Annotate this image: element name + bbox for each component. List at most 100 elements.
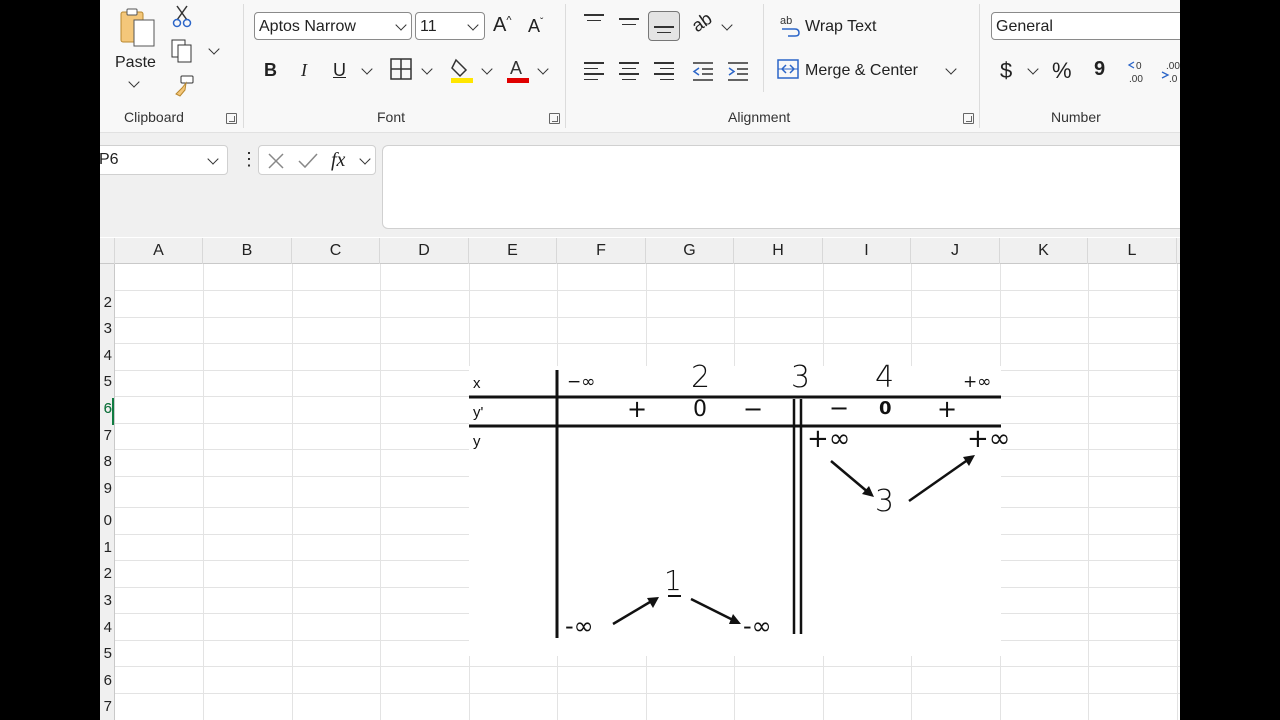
paste-button[interactable]: Paste <box>115 54 156 72</box>
decrease-decimal-icon[interactable]: .00.0 <box>1160 58 1180 85</box>
number-format-dropdown[interactable]: General <box>991 12 1180 40</box>
row-header[interactable]: 2 <box>104 294 112 311</box>
row-header[interactable]: 4 <box>104 347 112 364</box>
font-color-icon[interactable]: A <box>506 56 530 84</box>
row-header[interactable]: 7 <box>104 698 112 715</box>
fill-color-icon[interactable] <box>450 56 474 84</box>
yprime-sign: 0 <box>693 397 707 422</box>
row-header[interactable]: 1 <box>104 539 112 556</box>
underline-button[interactable]: U <box>333 60 346 81</box>
formula-input[interactable] <box>382 145 1180 229</box>
currency-button[interactable]: $ <box>1000 58 1012 84</box>
column-header[interactable]: E <box>469 238 557 264</box>
row-header[interactable]: 3 <box>104 592 112 609</box>
chevron-down-icon <box>467 19 479 31</box>
x-row-label: x <box>473 375 481 392</box>
column-header[interactable]: B <box>203 238 292 264</box>
bottom-align-button[interactable] <box>648 11 680 41</box>
y-value: 3 <box>875 484 895 519</box>
column-header[interactable]: D <box>380 238 469 264</box>
chevron-down-icon[interactable] <box>359 153 371 165</box>
column-header[interactable]: K <box>1000 238 1088 264</box>
top-align-icon[interactable] <box>584 14 604 25</box>
align-left-icon[interactable] <box>584 62 604 84</box>
column-header[interactable]: F <box>557 238 646 264</box>
font-name-value: Aptos Narrow <box>259 18 356 35</box>
alignment-launcher-icon[interactable] <box>963 113 974 124</box>
orientation-dropdown-chevron[interactable] <box>721 19 733 31</box>
row-header[interactable]: 2 <box>104 565 112 582</box>
cut-icon[interactable] <box>172 4 194 28</box>
merge-center-dropdown-chevron[interactable] <box>945 63 957 75</box>
font-size-dropdown[interactable]: 11 <box>415 12 485 40</box>
cancel-icon[interactable] <box>267 152 285 170</box>
increase-font-size-icon[interactable]: A^ <box>493 14 512 37</box>
yprime-row-label: y' <box>473 404 484 421</box>
enter-icon[interactable] <box>297 152 319 170</box>
row-header[interactable]: 4 <box>104 619 112 636</box>
insert-function-button[interactable]: fx <box>331 149 345 172</box>
row-header[interactable]: 6 <box>104 672 112 689</box>
fill-color-dropdown-chevron[interactable] <box>481 63 493 75</box>
name-box-value: P6 <box>100 151 119 168</box>
row-header-selected[interactable]: 6 <box>104 400 112 417</box>
x-value: 4 <box>875 360 895 395</box>
row-header[interactable]: 9 <box>104 480 112 497</box>
arrow-up-left <box>612 597 659 626</box>
align-center-icon[interactable] <box>619 62 639 84</box>
comma-style-button[interactable]: 9 <box>1094 58 1105 81</box>
clipboard-group-label: Clipboard <box>124 109 184 125</box>
name-box[interactable]: P6 <box>100 145 228 175</box>
column-header[interactable]: L <box>1088 238 1177 264</box>
format-painter-icon[interactable] <box>172 74 196 98</box>
column-header[interactable]: J <box>911 238 1000 264</box>
more-options-icon[interactable]: ⋮ <box>240 149 258 170</box>
row-header[interactable]: 0 <box>104 512 112 529</box>
gridline <box>115 317 1180 318</box>
gridline <box>1088 264 1089 720</box>
column-header[interactable]: A <box>115 238 203 264</box>
borders-dropdown-chevron[interactable] <box>421 63 433 75</box>
arrow-up-right <box>908 455 975 503</box>
middle-align-icon[interactable] <box>619 18 639 29</box>
copy-icon[interactable] <box>170 38 194 64</box>
clipboard-launcher-icon[interactable] <box>226 113 237 124</box>
font-color-dropdown-chevron[interactable] <box>537 63 549 75</box>
currency-dropdown-chevron[interactable] <box>1027 63 1039 75</box>
row-header[interactable]: 3 <box>104 320 112 337</box>
merge-center-icon[interactable] <box>777 58 799 80</box>
font-name-dropdown[interactable]: Aptos Narrow <box>254 12 412 40</box>
variation-table-drawing: x y' y −∞ 2 3 4 +∞ + 0 − − 0 + -∞ 1 -∞ +… <box>469 360 1010 656</box>
wrap-text-button[interactable]: Wrap Text <box>805 18 876 36</box>
font-launcher-icon[interactable] <box>549 113 560 124</box>
increase-indent-icon[interactable] <box>727 60 749 82</box>
row-header[interactable]: 5 <box>104 645 112 662</box>
row-header[interactable]: 8 <box>104 453 112 470</box>
paste-icon[interactable] <box>118 6 158 50</box>
table-lines <box>469 370 1001 638</box>
orientation-icon[interactable]: ab <box>688 8 716 37</box>
y-value: +∞ <box>807 424 851 454</box>
row-header[interactable]: 5 <box>104 373 112 390</box>
svg-text:.0: .0 <box>1169 74 1178 84</box>
paste-dropdown-chevron[interactable] <box>128 76 140 88</box>
bold-button[interactable]: B <box>264 60 277 81</box>
wrap-text-icon[interactable]: ab <box>779 14 801 38</box>
decrease-font-size-icon[interactable]: Aˇ <box>528 16 543 37</box>
underline-dropdown-chevron[interactable] <box>361 63 373 75</box>
merge-center-button[interactable]: Merge & Center <box>805 62 918 80</box>
percent-button[interactable]: % <box>1052 58 1072 84</box>
borders-icon[interactable] <box>390 58 412 80</box>
column-header[interactable]: C <box>292 238 380 264</box>
column-header[interactable]: I <box>823 238 911 264</box>
column-header[interactable]: G <box>646 238 734 264</box>
separator <box>763 4 764 92</box>
align-right-icon[interactable] <box>654 62 674 84</box>
row-header[interactable]: 7 <box>104 427 112 444</box>
increase-decimal-icon[interactable]: 0.00 <box>1126 58 1150 85</box>
italic-button[interactable]: I <box>301 60 307 81</box>
select-all-corner[interactable] <box>100 238 115 264</box>
copy-dropdown-chevron[interactable] <box>208 43 220 55</box>
decrease-indent-icon[interactable] <box>692 60 714 82</box>
column-header[interactable]: H <box>734 238 823 264</box>
